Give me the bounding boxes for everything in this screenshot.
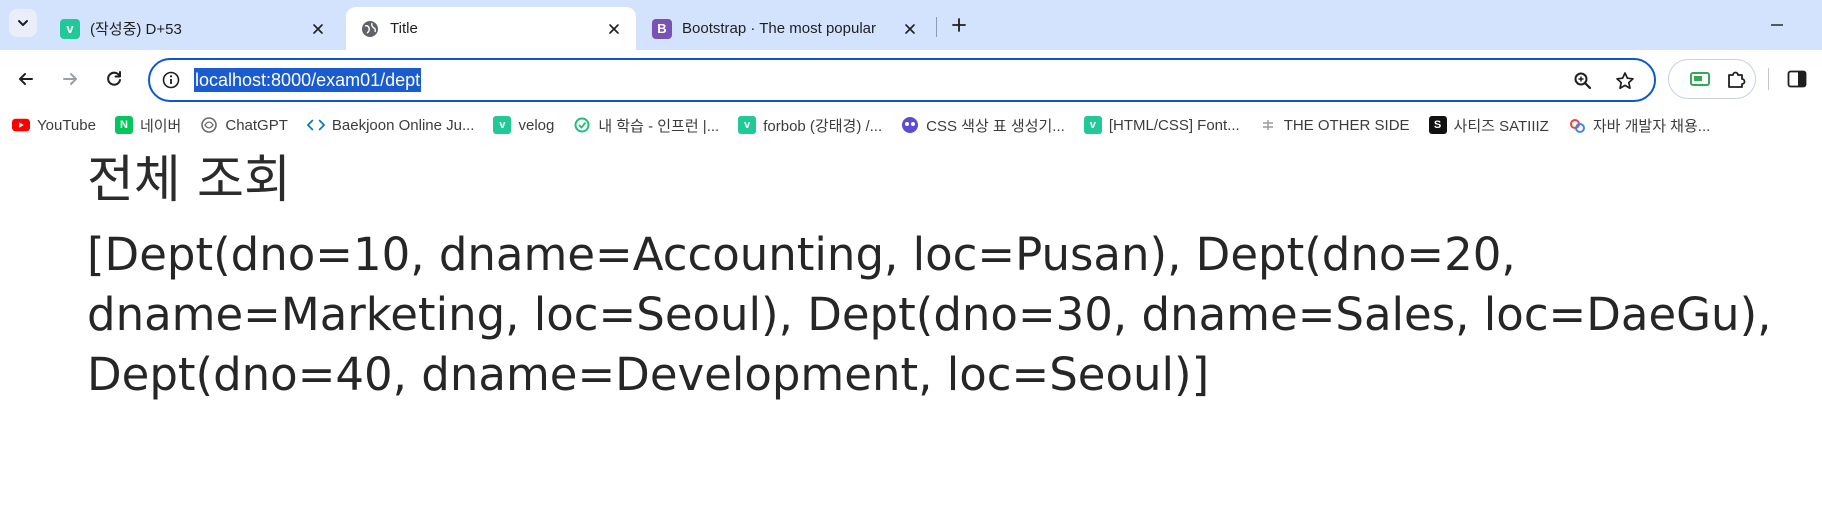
- info-icon: [162, 71, 180, 89]
- inflearn-icon: [573, 116, 591, 134]
- tab-title: Title: [390, 20, 418, 37]
- bookmark-baekjoon[interactable]: Baekjoon Online Ju...: [306, 116, 475, 134]
- naver-icon: N: [114, 116, 133, 134]
- close-tab-button[interactable]: [308, 19, 328, 39]
- bookmark-youtube[interactable]: YouTube: [12, 116, 96, 134]
- close-icon: [313, 23, 323, 34]
- minimize-window-button[interactable]: [1764, 12, 1790, 38]
- new-tab-button[interactable]: [946, 12, 972, 38]
- page-content: 전체 조회 [Dept(dno=10, dname=Accounting, lo…: [87, 145, 1787, 405]
- youtube-icon: [12, 116, 30, 134]
- side-panel-icon: [1787, 70, 1807, 88]
- tab-title-active[interactable]: Title: [346, 7, 636, 50]
- dept-list-output: [Dept(dno=10, dname=Accounting, loc=Pusa…: [87, 228, 1772, 401]
- velog-icon: v: [1083, 116, 1102, 134]
- bookmark-label: 내 학습 - 인프런 |...: [598, 117, 720, 135]
- bookmark-html-css-font[interactable]: v [HTML/CSS] Font...: [1083, 116, 1240, 134]
- reload-button[interactable]: [100, 65, 128, 93]
- screen-cast-icon: [1690, 72, 1710, 86]
- arrow-right-icon: [63, 73, 77, 85]
- minimize-icon: [1771, 24, 1783, 26]
- globe-icon: [360, 19, 380, 39]
- bookmark-label: 네이버: [139, 117, 182, 135]
- close-icon: [609, 23, 619, 34]
- bookmark-naver[interactable]: N 네이버: [114, 115, 182, 136]
- bookmark-label: 자바 개발자 채용...: [1592, 117, 1711, 135]
- tab-search-button[interactable]: [9, 9, 37, 37]
- bookmark-label: 사티즈 SATIIIZ: [1453, 117, 1549, 135]
- bookmark-label: [HTML/CSS] Font...: [1108, 116, 1240, 134]
- back-button[interactable]: [12, 65, 40, 93]
- toolbar-divider: [1768, 68, 1769, 90]
- bookmark-label: forbob (강태경) /...: [763, 117, 883, 135]
- bookmark-velog[interactable]: v velog: [493, 116, 554, 134]
- side-panel-button[interactable]: [1784, 66, 1810, 92]
- zoom-in-icon: [1574, 72, 1592, 90]
- puzzle-icon: [1728, 71, 1746, 88]
- site-info-button[interactable]: [160, 69, 182, 91]
- plus-icon: [952, 18, 966, 32]
- velog-icon: v: [60, 18, 80, 39]
- velog-icon: v: [738, 116, 757, 134]
- zoom-button[interactable]: [1570, 68, 1596, 94]
- bookmark-star-button[interactable]: [1612, 68, 1638, 94]
- bookmark-satiiz[interactable]: S 사티즈 SATIIIZ: [1428, 115, 1549, 136]
- tab-title: Bootstrap · The most popular: [682, 20, 876, 37]
- bookmark-label: Baekjoon Online Ju...: [331, 116, 475, 134]
- bookmark-java-jobs[interactable]: 자바 개발자 채용...: [1568, 115, 1710, 136]
- tab-separator: [936, 17, 937, 37]
- bookmark-chatgpt[interactable]: ChatGPT: [200, 116, 288, 134]
- address-bar[interactable]: localhost:8000/exam01/dept: [148, 58, 1656, 102]
- close-tab-button[interactable]: [604, 19, 624, 39]
- bookmark-label: velog: [518, 116, 555, 134]
- bookmark-css-color[interactable]: CSS 색상 표 생성기...: [901, 115, 1065, 136]
- bookmark-label: CSS 색상 표 생성기...: [926, 117, 1065, 135]
- code-icon: [306, 116, 325, 134]
- extensions-menu-button[interactable]: [1723, 66, 1749, 92]
- close-icon: [905, 23, 915, 34]
- bookmarks-bar: YouTube N 네이버 ChatGPT Baekjoon Online Ju…: [0, 108, 1822, 142]
- tab-title: (작성중) D+53: [90, 21, 182, 38]
- arrow-left-icon: [19, 73, 33, 85]
- tab-strip: v (작성중) D+53 Title B Bootstrap · The mos…: [0, 0, 1822, 50]
- dots-icon: [1259, 116, 1277, 134]
- close-tab-button[interactable]: [900, 19, 920, 39]
- bookmark-label: ChatGPT: [225, 116, 288, 134]
- jobs-icon: [1568, 116, 1586, 134]
- velog-icon: v: [493, 116, 512, 134]
- bookmark-inflearn[interactable]: 내 학습 - 인프런 |...: [573, 115, 719, 136]
- browser-toolbar: localhost:8000/exam01/dept: [0, 50, 1822, 108]
- bookmark-the-other-side[interactable]: THE OTHER SIDE: [1259, 116, 1410, 134]
- tab-bootstrap[interactable]: B Bootstrap · The most popular: [638, 7, 932, 50]
- chatgpt-icon: [200, 116, 218, 134]
- satiiz-icon: S: [1428, 116, 1447, 134]
- bookmark-forbob[interactable]: v forbob (강태경) /...: [738, 115, 882, 136]
- tab-velog-draft[interactable]: v (작성중) D+53: [46, 7, 340, 50]
- extensions-group: [1668, 59, 1756, 99]
- star-icon: [1616, 72, 1634, 90]
- chevron-down-icon: [18, 20, 28, 26]
- reload-icon: [107, 71, 121, 86]
- extension-button[interactable]: [1687, 66, 1713, 92]
- bookmark-label: THE OTHER SIDE: [1283, 116, 1410, 134]
- forward-button[interactable]: [56, 65, 84, 93]
- mask-icon: [901, 116, 919, 134]
- page-title: 전체 조회: [87, 151, 291, 210]
- bookmark-label: YouTube: [37, 116, 96, 134]
- bootstrap-icon: B: [652, 18, 672, 39]
- url-text[interactable]: localhost:8000/exam01/dept: [194, 68, 422, 92]
